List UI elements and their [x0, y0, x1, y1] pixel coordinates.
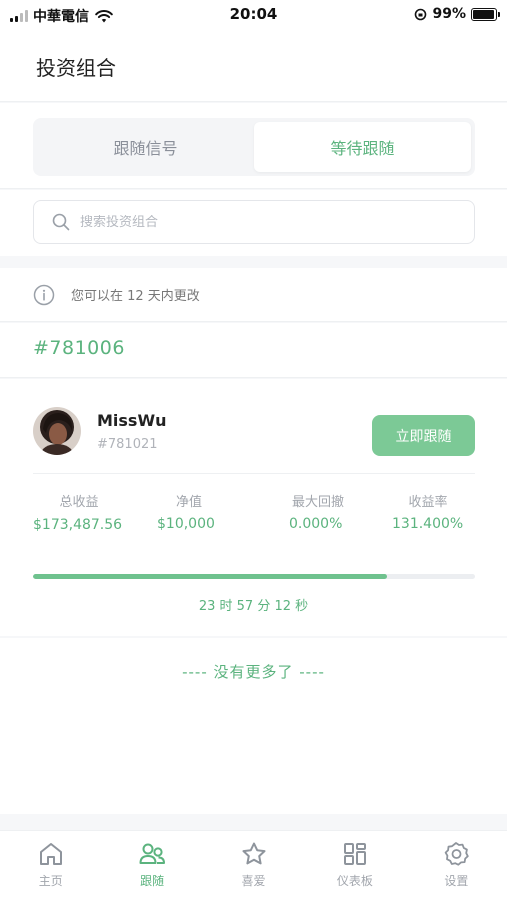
follow-now-button[interactable]: 立即跟随	[372, 415, 475, 456]
notice-bar: 您可以在 12 天内更改	[0, 268, 507, 322]
tab-settings-label: 设置	[444, 874, 469, 888]
nav-bar: 投资组合	[0, 30, 507, 102]
status-bar: 中華電信 20:04 99%	[0, 0, 507, 30]
tab-awaiting-follow[interactable]: 等待跟随	[254, 122, 471, 172]
users-icon	[139, 843, 166, 864]
stat-label-return-rate: 收益率	[408, 495, 448, 510]
card-divider	[33, 473, 475, 474]
portfolio-id: #781006	[33, 337, 125, 359]
gear-icon	[445, 842, 470, 866]
portfolio-id-row: #781006	[0, 323, 507, 378]
tab-home[interactable]: 主页	[0, 831, 101, 900]
page-title: 投资组合	[36, 56, 116, 80]
battery-percent: 99%	[432, 6, 466, 22]
tab-dashboard-label: 仪表板	[336, 874, 373, 888]
countdown-progress-bar	[33, 574, 475, 579]
home-icon	[39, 843, 62, 865]
rotation-lock-icon	[415, 8, 427, 20]
stat-label-net-value: 净值	[175, 495, 202, 510]
trader-id: #781021	[97, 437, 158, 452]
stat-label-max-drawdown: 最大回撤	[291, 495, 344, 510]
notice-text: 您可以在 12 天内更改	[71, 289, 200, 304]
dashboard-icon	[343, 843, 366, 865]
tab-settings[interactable]: 设置	[406, 831, 507, 900]
search-input[interactable]	[80, 214, 440, 230]
info-icon	[33, 284, 55, 305]
search-container	[0, 190, 507, 256]
tab-follow-signals[interactable]: 跟随信号	[37, 122, 254, 172]
tab-favorites-label: 喜爱	[241, 874, 266, 888]
stat-value-return-rate: 131.400%	[392, 516, 464, 532]
tab-home-label: 主页	[38, 874, 63, 888]
trader-card: MissWu #781021 立即跟随 总收益 净值 最大回撤 收益率 $173…	[0, 379, 507, 636]
search-box[interactable]	[33, 200, 475, 244]
no-more-text: ---- 没有更多了 ----	[182, 663, 325, 681]
battery-icon	[471, 7, 500, 21]
tab-favorites[interactable]: 喜爱	[203, 831, 304, 900]
status-right: 99%	[414, 6, 500, 22]
list-end-area: ---- 没有更多了 ----	[0, 638, 507, 814]
stat-value-total-profit: $173,487.56	[33, 517, 123, 533]
progress-fill	[33, 574, 387, 579]
segment-container: 跟随信号 等待跟随	[0, 103, 507, 189]
tab-follow-label: 跟随	[140, 874, 165, 888]
segment-control: 跟随信号 等待跟随	[33, 118, 475, 176]
avatar[interactable]	[33, 407, 81, 455]
trader-name: MissWu	[97, 411, 167, 430]
stat-label-total-profit: 总收益	[59, 495, 99, 510]
tab-follow[interactable]: 跟随	[101, 831, 202, 900]
tab-bar: 主页 跟随 喜爱 仪表板 设置	[0, 830, 507, 900]
star-icon	[242, 842, 266, 865]
stat-value-net-value: $10,000	[157, 516, 215, 532]
stat-value-max-drawdown: 0.000%	[289, 516, 343, 532]
tab-dashboard[interactable]: 仪表板	[304, 831, 405, 900]
countdown-timer: 23 时 57 分 12 秒	[198, 599, 309, 614]
search-icon	[52, 213, 70, 231]
